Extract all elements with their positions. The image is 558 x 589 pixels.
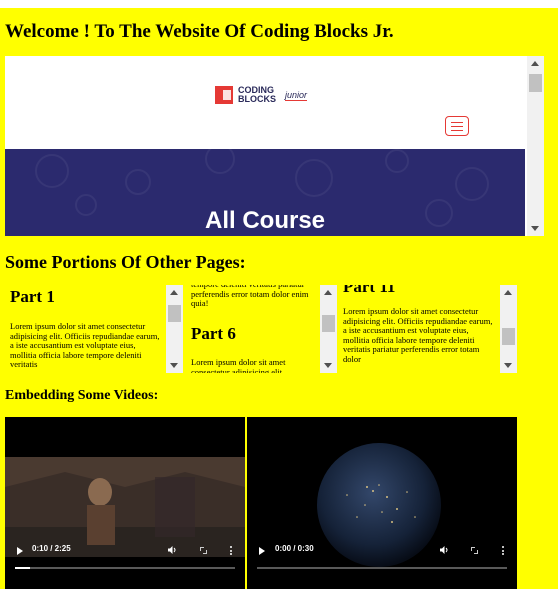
scroll-down-arrow-icon[interactable] [531, 226, 539, 231]
scrollbar-thumb[interactable] [502, 328, 515, 345]
main-iframe-scrollbar[interactable] [527, 56, 544, 236]
decor-icon [35, 154, 69, 188]
logo-junior: junior [285, 89, 308, 101]
scroll-up-arrow-icon[interactable] [504, 290, 512, 295]
scroll-up-arrow-icon[interactable] [531, 61, 539, 66]
coding-blocks-logo[interactable]: CODING BLOCKS junior [215, 86, 308, 104]
play-icon[interactable] [17, 547, 23, 555]
decor-icon [455, 167, 489, 201]
scrollbar-thumb[interactable] [322, 315, 335, 332]
part-6-heading: Part 6 [191, 324, 236, 343]
videos-heading: Embedding Some Videos: [5, 388, 159, 403]
more-options-icon[interactable] [502, 546, 504, 557]
part-6-scrollbar[interactable] [320, 285, 337, 373]
hamburger-icon-line-2 [451, 126, 463, 127]
video-1-progress[interactable] [15, 567, 235, 569]
video-player-2[interactable]: 0:00 / 0:30 [247, 417, 517, 589]
video-2-controls: 0:00 / 0:30 [247, 529, 517, 589]
part-11-iframe[interactable]: Part 11 Lorem ipsum dolor sit amet conse… [341, 285, 517, 373]
fullscreen-icon[interactable] [471, 547, 478, 554]
scrollbar-thumb[interactable] [168, 305, 181, 322]
page-title: Welcome ! To The Website Of Coding Block… [5, 21, 394, 42]
hamburger-menu-button[interactable] [445, 116, 469, 136]
part-11-heading: Part 11 [343, 285, 396, 296]
video-2-time: 0:00 / 0:30 [275, 544, 314, 553]
hamburger-icon [451, 122, 463, 123]
part-11-scrollbar[interactable] [500, 285, 517, 373]
portions-heading: Some Portions Of Other Pages: [5, 252, 246, 272]
play-icon[interactable] [259, 547, 265, 555]
part-1-content: Part 1 Lorem ipsum dolor sit amet consec… [5, 285, 165, 373]
iframe-viewport: CODING BLOCKS junior All Course [5, 56, 525, 236]
scroll-down-arrow-icon[interactable] [170, 363, 178, 368]
main-iframe[interactable]: CODING BLOCKS junior All Course [5, 56, 544, 236]
scroll-down-arrow-icon[interactable] [324, 363, 332, 368]
part-6-iframe[interactable]: tempore deleniti veritatis pariatur perf… [188, 285, 337, 373]
part-1-scrollbar[interactable] [166, 285, 183, 373]
part-1-text: Lorem ipsum dolor sit amet consectetur a… [10, 321, 160, 369]
decor-icon [125, 169, 151, 195]
more-options-icon[interactable] [230, 546, 232, 557]
decor-icon [295, 159, 333, 197]
page-body: Welcome ! To The Website Of Coding Block… [0, 8, 558, 589]
video-1-controls: 0:10 / 2:25 [5, 529, 245, 589]
video-1-progress-fill [15, 567, 31, 569]
decor-icon [385, 149, 409, 173]
part-11-text: Lorem ipsum dolor sit amet consectetur a… [343, 306, 493, 364]
video-2-progress[interactable] [257, 567, 507, 569]
part-11-content: Part 11 Lorem ipsum dolor sit amet conse… [341, 285, 499, 373]
scroll-up-arrow-icon[interactable] [170, 290, 178, 295]
part-1-heading: Part 1 [10, 287, 55, 306]
scroll-down-arrow-icon[interactable] [504, 363, 512, 368]
hero-banner: All Course [5, 149, 525, 236]
part-6-text: Lorem ipsum dolor sit amet consectetur a… [191, 357, 286, 373]
decor-icon [205, 149, 235, 174]
hamburger-icon-line-3 [451, 130, 463, 131]
fullscreen-icon[interactable] [200, 547, 207, 554]
hero-title: All Course [204, 207, 326, 234]
logo-line-2: BLOCKS [238, 94, 276, 104]
volume-icon[interactable] [168, 546, 177, 554]
video-player-1[interactable]: 0:10 / 2:25 [5, 417, 245, 589]
video-1-time: 0:10 / 2:25 [32, 544, 71, 553]
part-1-iframe[interactable]: Part 1 Lorem ipsum dolor sit amet consec… [5, 285, 183, 373]
scrollbar-thumb[interactable] [529, 74, 542, 92]
part-6-top-text: tempore deleniti veritatis pariatur perf… [191, 285, 309, 308]
logo-mark-icon [215, 86, 233, 104]
scroll-up-arrow-icon[interactable] [324, 290, 332, 295]
part-6-content: tempore deleniti veritatis pariatur perf… [188, 285, 318, 373]
volume-icon[interactable] [440, 546, 449, 554]
